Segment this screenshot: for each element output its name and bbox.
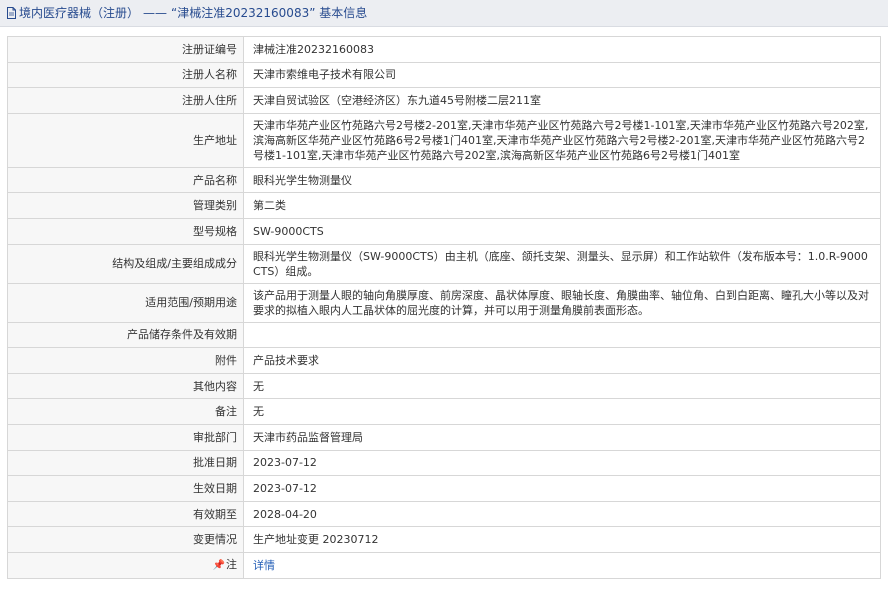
row-value: 天津自贸试验区（空港经济区）东九道45号附楼二层211室	[243, 87, 881, 114]
table-row: 产品储存条件及有效期	[7, 321, 881, 349]
row-label: 注册人住所	[7, 87, 244, 114]
row-value	[243, 321, 881, 349]
row-value: 2023-07-12	[243, 449, 881, 477]
table-row: 注册证编号 津械注准20232160083	[7, 36, 881, 63]
table-row: 结构及组成/主要组成成分 眼科光学生物测量仪（SW-9000CTS）由主机（底座、…	[7, 243, 881, 284]
table-row: 备注无	[7, 398, 881, 425]
row-value: 天津市药品监督管理局	[243, 423, 881, 451]
row-label: 备注	[7, 398, 244, 425]
row-label: 管理类别	[7, 192, 244, 219]
table-row: 附件 产品技术要求	[7, 347, 881, 374]
row-label: 附件	[7, 347, 244, 374]
row-value: 天津市华苑产业区竹苑路六号2号楼2-201室,天津市华苑产业区竹苑路六号2号楼1…	[243, 112, 881, 168]
table-row: 变更情况 生产地址变更 20230712	[7, 526, 881, 553]
table-row: 生产地址 天津市华苑产业区竹苑路六号2号楼2-201室,天津市华苑产业区竹苑路六号…	[7, 112, 881, 168]
row-value: SW-9000CTS	[243, 217, 881, 245]
category-label: 境内医疗器械（注册）	[19, 6, 140, 20]
row-value: 无	[243, 398, 881, 425]
row-label: 产品储存条件及有效期	[7, 321, 244, 349]
table-row: 适用范围/预期用途 该产品用于测量人眼的轴向角膜厚度、前房深度、晶状体厚度、眼轴长…	[7, 282, 881, 323]
table-row: 管理类别 第二类	[7, 192, 881, 219]
row-value: 生产地址变更 20230712	[243, 526, 881, 553]
row-value: 眼科光学生物测量仪（SW-9000CTS）由主机（底座、颌托支架、测量头、显示屏…	[243, 243, 881, 284]
row-label: 适用范围/预期用途	[7, 282, 244, 323]
table-row: 型号规格 SW-9000CTS	[7, 217, 881, 245]
table-row: 注册人名称 天津市索维电子技术有限公司	[7, 61, 881, 89]
row-value: 无	[243, 372, 881, 400]
row-value: 津械注准20232160083	[243, 36, 881, 63]
row-label: 审批部门	[7, 423, 244, 451]
page-title: “津械注准20232160083” 基本信息	[171, 6, 368, 20]
row-label: 生效日期	[7, 475, 244, 502]
row-label: 生产地址	[7, 112, 244, 168]
table-row: 审批部门 天津市药品监督管理局	[7, 423, 881, 451]
header-separator: ——	[143, 6, 168, 20]
row-value: 详情	[243, 551, 881, 579]
row-label: 结构及组成/主要组成成分	[7, 243, 244, 284]
row-label: 有效期至	[7, 500, 244, 528]
row-value: 2028-04-20	[243, 500, 881, 528]
table-row-note: 📌注 详情	[7, 551, 881, 579]
table-row: 产品名称 眼科光学生物测量仪	[7, 166, 881, 194]
row-value: 该产品用于测量人眼的轴向角膜厚度、前房深度、晶状体厚度、眼轴长度、角膜曲率、轴位…	[243, 282, 881, 323]
row-label: 批准日期	[7, 449, 244, 477]
row-label: 注册人名称	[7, 61, 244, 89]
details-link[interactable]: 详情	[253, 559, 275, 572]
table-row: 其他内容无	[7, 372, 881, 400]
table-row: 注册人住所 天津自贸试验区（空港经济区）东九道45号附楼二层211室	[7, 87, 881, 114]
row-label: 变更情况	[7, 526, 244, 553]
row-label: 注册证编号	[7, 36, 244, 63]
document-icon	[6, 2, 17, 29]
table-row: 有效期至 2028-04-20	[7, 500, 881, 528]
row-label: 型号规格	[7, 217, 244, 245]
table-row: 批准日期 2023-07-12	[7, 449, 881, 477]
row-label: 📌注	[7, 551, 244, 579]
row-label: 产品名称	[7, 166, 244, 194]
row-label: 其他内容	[7, 372, 244, 400]
row-value: 第二类	[243, 192, 881, 219]
row-value: 2023-07-12	[243, 475, 881, 502]
pin-icon: 📌	[212, 560, 225, 572]
info-table: 注册证编号 津械注准20232160083 注册人名称 天津市索维电子技术有限公司 注册…	[7, 36, 881, 579]
row-value: 产品技术要求	[243, 347, 881, 374]
note-label: 注	[226, 558, 237, 572]
table-row: 生效日期 2023-07-12	[7, 475, 881, 502]
row-value: 天津市索维电子技术有限公司	[243, 61, 881, 89]
page-header: 境内医疗器械（注册） —— “津械注准20232160083” 基本信息	[0, 0, 888, 27]
row-value: 眼科光学生物测量仪	[243, 166, 881, 194]
